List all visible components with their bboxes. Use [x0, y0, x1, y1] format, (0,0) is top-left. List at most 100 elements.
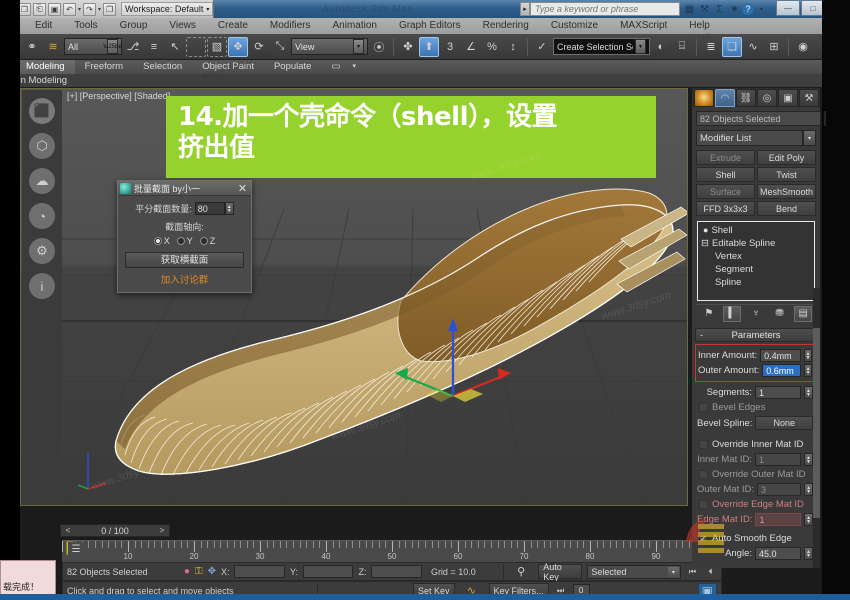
snaps-toggle-icon[interactable]: ⬆ — [419, 36, 439, 57]
viewcube-home-icon[interactable]: ⬛ — [29, 98, 55, 124]
select-and-manipulate-icon[interactable]: ✤ — [398, 37, 418, 57]
layer-explorer-icon[interactable]: ≣ — [701, 37, 721, 57]
collapse-icon[interactable]: - — [700, 330, 703, 340]
spinner-snap-toggle-icon[interactable]: ↕ — [503, 37, 523, 57]
modifier-button-bend[interactable]: Bend — [757, 201, 816, 216]
section-count-spinner[interactable]: ▲▼ — [194, 202, 234, 215]
help-icon[interactable]: ? — [742, 3, 754, 15]
override-inner-row[interactable]: Override Inner Mat ID — [695, 437, 817, 452]
get-section-button[interactable]: 获取横截面 — [125, 252, 244, 268]
snap-3-toggle-icon[interactable]: 3 — [440, 37, 460, 57]
ribbon-tab-populate[interactable]: Populate — [264, 60, 322, 74]
remove-modifier-icon[interactable]: ⛃ — [771, 306, 789, 322]
select-and-scale-icon[interactable]: ⤡ — [270, 37, 290, 57]
inner-mat-id-field[interactable]: 1 — [755, 453, 801, 466]
infocenter-icon[interactable]: ▦ — [682, 2, 697, 17]
select-and-rotate-icon[interactable]: ⟳ — [249, 37, 269, 57]
stack-item-editable-spline[interactable]: ⊟ Editable Spline — [701, 237, 811, 250]
show-end-result-icon[interactable]: ▍ — [723, 305, 742, 322]
modifier-stack[interactable]: ● Shell ⊟ Editable Spline Vertex Segment… — [697, 221, 815, 301]
edge-mat-id-field[interactable]: 1 — [755, 513, 802, 526]
menu-item-group[interactable]: Group — [109, 18, 159, 34]
next-frame-button[interactable]: > — [155, 526, 169, 535]
modifier-button-shell[interactable]: Shell — [696, 167, 755, 182]
minimize-button[interactable]: — — [776, 0, 800, 16]
modifier-list-combo[interactable]: Modifier List ▾ — [696, 130, 816, 146]
view-box-icon[interactable]: ⬡ — [29, 133, 55, 159]
viewport-label[interactable]: [+] [Perspective] [Shaded] — [67, 91, 170, 101]
material-editor-icon[interactable]: ◉ — [793, 37, 813, 57]
use-pivot-point-center-icon[interactable]: ⦿ — [369, 37, 389, 57]
y-coordinate-field[interactable] — [302, 565, 354, 578]
spinner-arrows-icon[interactable]: ▲ ▼ — [804, 483, 813, 496]
selection-filter-combo[interactable]: All \u25be — [64, 38, 122, 55]
undo-icon[interactable]: ↶ — [63, 2, 76, 16]
override-edge-row[interactable]: Override Edge Mat ID — [695, 497, 817, 512]
menu-item-create[interactable]: Create — [207, 18, 259, 34]
chevron-down-icon[interactable]: ▾ — [353, 39, 364, 54]
light-bulb-icon[interactable]: ● — [703, 224, 708, 237]
angle-snap-toggle-icon[interactable]: ∠ — [461, 37, 481, 57]
menu-item-edit[interactable]: Edit — [24, 18, 63, 34]
undo-dropdown-icon[interactable]: ▾ — [78, 6, 81, 13]
menu-item-animation[interactable]: Animation — [321, 18, 387, 34]
workspace-selector[interactable]: Workspace: Default ▾ — [121, 2, 214, 16]
override-outer-row[interactable]: Override Outer Mat ID — [695, 467, 817, 482]
redo-dropdown-icon[interactable]: ▾ — [98, 6, 101, 13]
exchange-icon[interactable]: Σ — [712, 2, 727, 17]
configure-modifier-sets-icon[interactable]: ▤ — [794, 305, 813, 322]
modify-tab[interactable]: ◠ — [715, 89, 735, 107]
key-filter-selected-combo[interactable]: Selected ▾ — [587, 564, 681, 579]
command-panel-scrollbar[interactable] — [813, 288, 820, 568]
expand-collapse-icon[interactable]: ⊟ — [701, 237, 709, 250]
spinner-arrows-icon[interactable]: ▲ ▼ — [804, 513, 813, 526]
key-toggle-icon[interactable]: ⚲ — [509, 565, 533, 578]
ribbon-display-dropdown-icon[interactable]: ▾ — [350, 60, 358, 74]
curve-editor-icon[interactable]: ∿ — [743, 37, 763, 57]
ribbon-tab-freeform[interactable]: Freeform — [75, 60, 134, 74]
menu-item-help[interactable]: Help — [678, 18, 721, 34]
override-outer-checkbox[interactable] — [699, 470, 708, 479]
redo-icon[interactable]: ↷ — [83, 2, 97, 16]
menu-item-customize[interactable]: Customize — [540, 18, 609, 34]
selection-lock-icon[interactable]: ⚿ — [195, 566, 203, 577]
ribbon-tab-selection[interactable]: Selection — [133, 60, 192, 74]
object-name-input[interactable] — [696, 111, 821, 126]
bevel-edges-checkbox[interactable] — [699, 403, 708, 412]
axis-radio-y[interactable]: Y — [176, 236, 193, 246]
menu-item-tools[interactable]: Tools — [63, 18, 108, 34]
ribbon-tab-object-paint[interactable]: Object Paint — [192, 60, 264, 74]
menu-item-graph-editors[interactable]: Graph Editors — [388, 18, 472, 34]
axis-radio-z[interactable]: Z — [199, 236, 215, 246]
spinner-arrows-icon[interactable]: ▲ ▼ — [804, 364, 812, 377]
bevel-spline-button[interactable]: None — [755, 416, 813, 430]
display-tab[interactable]: ▣ — [778, 89, 798, 107]
modifier-button-edit-poly[interactable]: Edit Poly — [757, 150, 816, 165]
z-coordinate-field[interactable] — [371, 565, 422, 578]
menu-item-rendering[interactable]: Rendering — [472, 18, 540, 34]
unlink-selection-icon[interactable]: ≋ — [43, 37, 63, 57]
chevron-down-icon[interactable]: ▾ — [635, 39, 646, 54]
modifier-button-meshsmooth[interactable]: MeshSmooth — [757, 184, 816, 199]
stack-item-spline[interactable]: Spline — [701, 276, 811, 289]
key-mode-icon[interactable]: ☰ — [68, 542, 84, 556]
schematic-view-icon[interactable]: ⊞ — [764, 37, 784, 57]
object-color-swatch[interactable] — [824, 111, 826, 126]
info-icon[interactable]: i — [29, 273, 55, 299]
rectangular-selection-region-icon[interactable] — [186, 36, 206, 57]
save-file-icon[interactable]: ▣ — [48, 2, 61, 16]
spinner-arrows-icon[interactable]: ▲ ▼ — [804, 453, 813, 466]
outer-amount-field[interactable]: 0.6mm — [762, 364, 802, 377]
angle-field[interactable]: 45.0 — [755, 547, 801, 560]
override-edge-checkbox[interactable] — [699, 500, 708, 509]
selection-lock-pin-icon[interactable]: ● — [184, 566, 190, 577]
auto-key-button[interactable]: Auto Key — [538, 562, 583, 582]
utilities-tab[interactable]: ⚒ — [799, 89, 819, 107]
make-unique-icon[interactable]: ♆ — [747, 306, 765, 322]
section-count-input[interactable] — [194, 202, 225, 215]
previous-frame-button[interactable]: < — [61, 526, 75, 535]
spinner-arrows-icon[interactable]: ▲ ▼ — [803, 349, 812, 362]
dialog-close-icon[interactable]: ✕ — [236, 182, 249, 195]
mirror-icon[interactable]: ◐ — [651, 37, 671, 57]
edit-named-selection-sets-icon[interactable]: ✓ — [532, 37, 552, 57]
